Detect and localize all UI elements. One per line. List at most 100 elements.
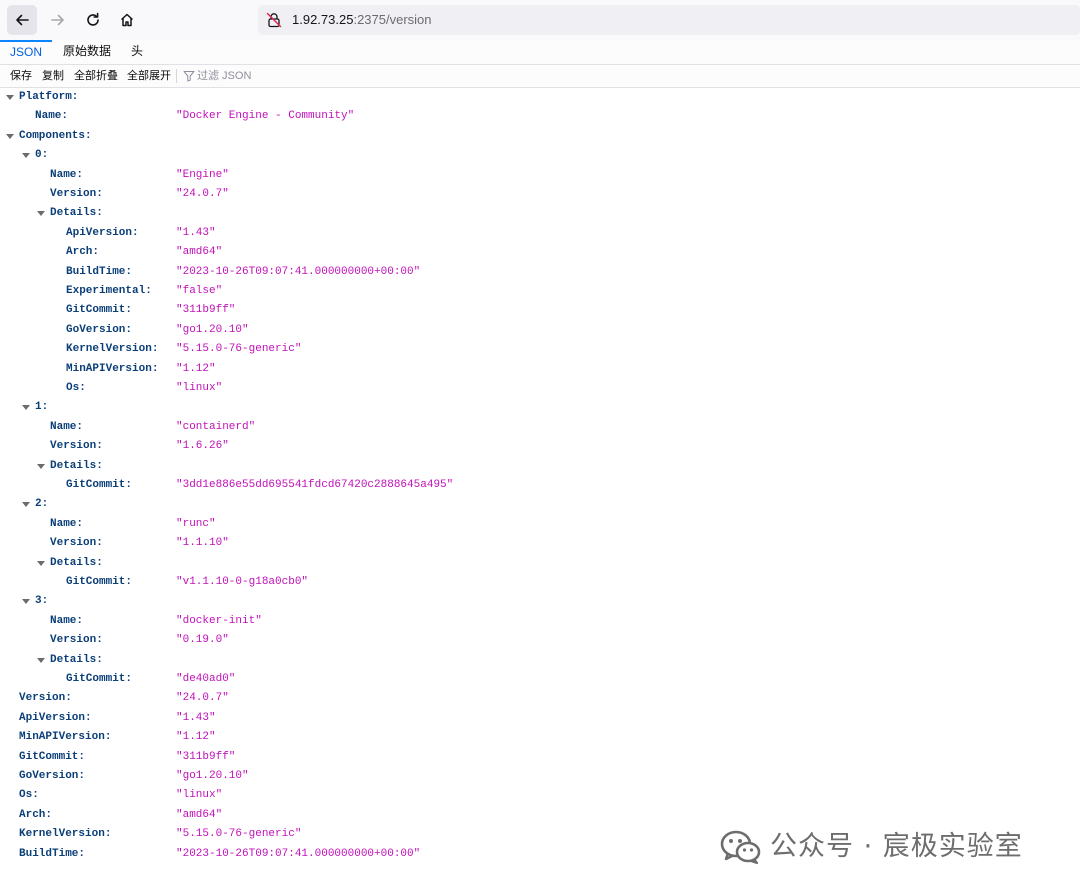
json-tree-node[interactable]: 1: bbox=[0, 398, 1080, 417]
json-tree-row: GoVersion: "go1.20.10" bbox=[0, 321, 1080, 340]
json-value: "amd64" bbox=[176, 808, 223, 821]
json-tree-row: GitCommit: "3dd1e886e55dd695541fdcd67420c… bbox=[0, 476, 1080, 495]
back-button[interactable] bbox=[7, 5, 37, 35]
json-tree-node[interactable]: 3: bbox=[0, 592, 1080, 611]
json-value: "0.19.0" bbox=[176, 634, 229, 647]
json-tree-node[interactable]: Details: bbox=[0, 554, 1080, 573]
json-tree-row: Name: "runc" bbox=[0, 515, 1080, 534]
json-value: "24.0.7" bbox=[176, 692, 229, 705]
viewer-tabs: JSON 原始数据 头 bbox=[0, 40, 1080, 65]
forward-button[interactable] bbox=[43, 5, 73, 35]
json-tree-node[interactable]: Platform: bbox=[0, 88, 1080, 107]
json-key: Version: bbox=[50, 440, 103, 453]
json-key: GitCommit: bbox=[66, 304, 133, 317]
watermark-text: 公众号 · 宸极实验室 bbox=[770, 831, 1023, 862]
json-value: "false" bbox=[176, 285, 223, 297]
json-key: 1: bbox=[35, 401, 49, 414]
filter-json-input[interactable] bbox=[197, 67, 397, 85]
json-tree-row: Name: "Engine" bbox=[0, 166, 1080, 185]
json-key: Name: bbox=[50, 614, 84, 627]
json-tree-node[interactable]: Details: bbox=[0, 457, 1080, 476]
filter-icon bbox=[183, 71, 195, 82]
json-key: GitCommit: bbox=[66, 673, 133, 685]
home-button[interactable] bbox=[112, 5, 142, 35]
arrow-right-icon bbox=[51, 14, 64, 26]
json-tree-node[interactable]: 2: bbox=[0, 495, 1080, 514]
json-tree-row: ApiVersion: "1.43" bbox=[0, 224, 1080, 243]
expand-toggle-icon[interactable] bbox=[37, 560, 45, 566]
json-key: Version: bbox=[50, 188, 103, 200]
json-key: Os: bbox=[19, 789, 39, 802]
expand-toggle-icon[interactable] bbox=[6, 133, 14, 139]
json-value: "go1.20.10" bbox=[176, 323, 249, 336]
json-tree-node[interactable]: 0: bbox=[0, 146, 1080, 165]
expand-toggle-icon[interactable] bbox=[22, 599, 30, 605]
json-key: Arch: bbox=[19, 808, 53, 821]
json-key: ApiVersion: bbox=[19, 711, 92, 724]
expand-toggle-icon[interactable] bbox=[6, 95, 14, 100]
json-value: "5.15.0-76-generic" bbox=[176, 343, 302, 356]
expand-toggle-icon[interactable] bbox=[37, 657, 45, 663]
json-value: "linux" bbox=[176, 382, 223, 394]
json-value: "amd64" bbox=[176, 246, 223, 259]
home-icon bbox=[120, 13, 134, 27]
reload-button[interactable] bbox=[78, 5, 108, 35]
json-key: Name: bbox=[50, 517, 84, 530]
json-key: Name: bbox=[35, 110, 69, 123]
url-host: 1.92.73.25 bbox=[292, 12, 354, 27]
tab-headers[interactable]: 头 bbox=[121, 40, 153, 64]
url-text: 1.92.73.25:2375/version bbox=[292, 5, 432, 35]
json-value: "311b9ff" bbox=[176, 750, 236, 763]
json-tree-row: Arch: "amd64" bbox=[0, 243, 1080, 262]
json-key: BuildTime: bbox=[19, 847, 86, 860]
json-tree-row: GitCommit: "de40ad0" bbox=[0, 670, 1080, 689]
json-value: "5.15.0-76-generic" bbox=[176, 828, 302, 841]
tab-json[interactable]: JSON bbox=[0, 40, 53, 64]
expand-toggle-icon[interactable] bbox=[22, 502, 30, 508]
json-key: Details: bbox=[50, 207, 103, 220]
tab-raw-data[interactable]: 原始数据 bbox=[53, 40, 121, 64]
expand-toggle-icon[interactable] bbox=[37, 211, 45, 217]
json-key: Os: bbox=[66, 382, 86, 394]
json-tree-row: Os: "linux" bbox=[0, 379, 1080, 398]
json-value: "runc" bbox=[176, 517, 216, 530]
json-key: Details: bbox=[50, 556, 103, 569]
expand-toggle-icon[interactable] bbox=[22, 405, 30, 411]
json-actions-toolbar: 保存 复制 全部折叠 全部展开 bbox=[0, 65, 1080, 88]
expand-toggle-icon[interactable] bbox=[37, 463, 45, 469]
json-tree-row: Version: "1.6.26" bbox=[0, 437, 1080, 456]
toolbar-divider bbox=[176, 69, 177, 83]
json-tree-node[interactable]: Details: bbox=[0, 204, 1080, 223]
json-value: "1.12" bbox=[176, 362, 216, 375]
address-bar[interactable]: 1.92.73.25:2375/version bbox=[258, 5, 1080, 35]
json-tree-row: Version: "24.0.7" bbox=[0, 185, 1080, 204]
json-tree-node[interactable]: Details: bbox=[0, 651, 1080, 670]
json-value: "de40ad0" bbox=[176, 673, 236, 685]
expand-all-button[interactable]: 全部展开 bbox=[127, 65, 171, 87]
json-value: "linux" bbox=[176, 789, 223, 802]
json-key: GitCommit: bbox=[66, 479, 133, 491]
json-key: GitCommit: bbox=[19, 750, 86, 763]
json-key: Experimental: bbox=[66, 285, 152, 297]
json-tree-row: Arch: "amd64" bbox=[0, 806, 1080, 825]
json-tree-row: MinAPIVersion: "1.12" bbox=[0, 728, 1080, 747]
json-value: "1.1.10" bbox=[176, 537, 229, 550]
json-tree-row: BuildTime: "2023-10-26T09:07:41.000000000… bbox=[0, 263, 1080, 282]
json-value: "1.6.26" bbox=[176, 440, 229, 453]
url-path: :2375/version bbox=[353, 12, 432, 27]
save-button[interactable]: 保存 bbox=[10, 65, 32, 87]
json-key: Details: bbox=[50, 653, 103, 666]
json-tree-row: KernelVersion: "5.15.0-76-generic" bbox=[0, 340, 1080, 359]
json-key: 2: bbox=[35, 498, 49, 511]
json-key: MinAPIVersion: bbox=[66, 362, 159, 375]
json-key: BuildTime: bbox=[66, 265, 133, 278]
reload-icon bbox=[87, 12, 99, 26]
copy-button[interactable]: 复制 bbox=[42, 65, 64, 87]
json-tree: Platform: Name: "Docker Engine - Community… bbox=[0, 88, 1080, 868]
json-tree-row: Os: "linux" bbox=[0, 786, 1080, 805]
collapse-all-button[interactable]: 全部折叠 bbox=[74, 65, 118, 87]
json-tree-row: Name: "containerd" bbox=[0, 418, 1080, 437]
expand-toggle-icon[interactable] bbox=[22, 153, 30, 159]
json-tree-node[interactable]: Components: bbox=[0, 127, 1080, 146]
browser-toolbar: 1.92.73.25:2375/version bbox=[0, 0, 1080, 41]
